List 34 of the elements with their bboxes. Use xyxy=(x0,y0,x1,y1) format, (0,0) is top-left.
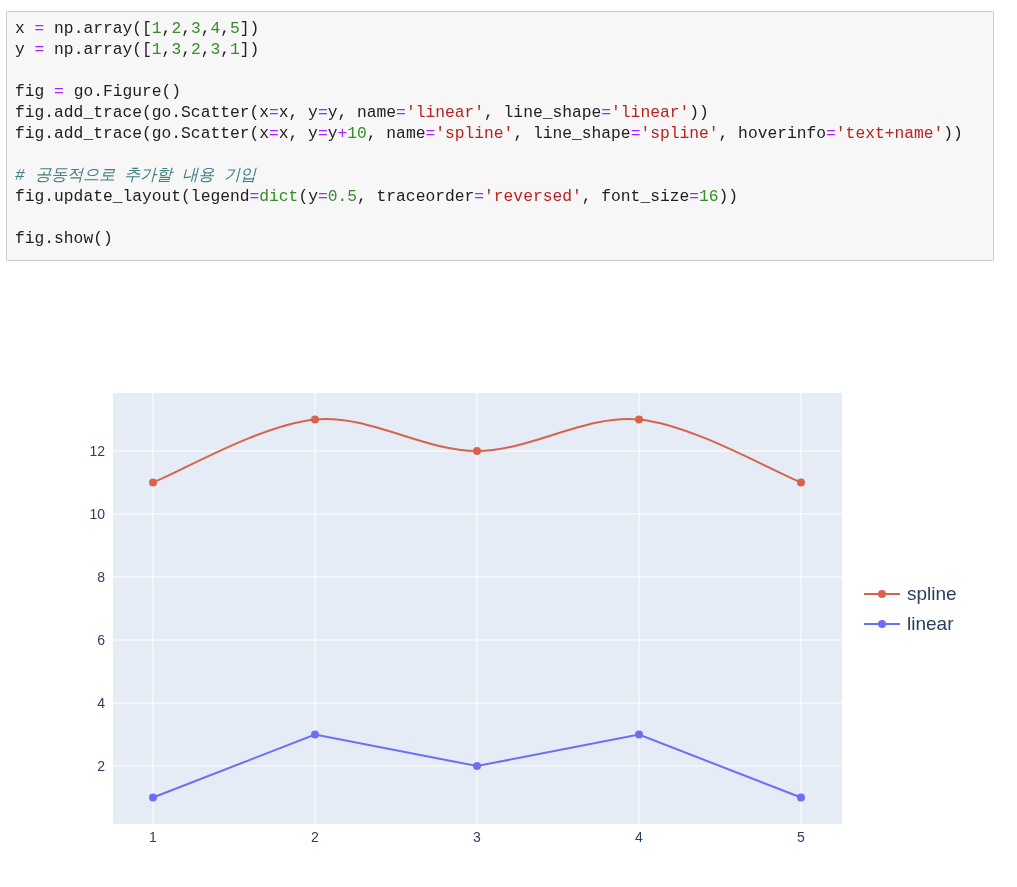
data-point xyxy=(797,478,805,487)
data-point xyxy=(473,446,481,455)
data-point xyxy=(635,730,643,739)
x-axis-tick-label: 5 xyxy=(797,829,805,845)
code-line: fig.update_layout(legend=dict(y=0.5, traceorder='reversed', font_size=16)) xyxy=(15,186,739,207)
legend-line-icon[interactable] xyxy=(863,620,901,628)
legend-line-icon[interactable] xyxy=(863,590,901,598)
x-axis-tick-label: 2 xyxy=(311,829,319,845)
x-axis-tick-label: 4 xyxy=(635,829,643,845)
code-line: fig.show() xyxy=(15,228,113,249)
y-axis-tick-label: 6 xyxy=(97,632,105,648)
code-line: fig.add_trace(go.Scatter(x=x, y=y, name='linear', line_shape='linear')) xyxy=(15,102,709,123)
data-point xyxy=(311,415,319,424)
data-point xyxy=(311,730,319,739)
y-axis-tick-label: 2 xyxy=(97,758,105,775)
data-point xyxy=(473,762,481,771)
x-axis-tick-label: 3 xyxy=(473,829,481,845)
data-point xyxy=(797,793,805,802)
y-axis-tick-label: 10 xyxy=(89,506,105,522)
x-axis-tick-label: 1 xyxy=(149,829,157,845)
legend-label[interactable]: spline xyxy=(907,583,957,604)
code-line: fig = go.Figure() xyxy=(15,81,182,102)
code-line: fig.add_trace(go.Scatter(x=x, y=y+10, name='spline', line_shape='spline', hoverinfo='text+name')) xyxy=(15,123,963,144)
data-point xyxy=(149,478,157,487)
data-point xyxy=(149,793,157,802)
code-line: x = np.array([1,2,3,4,5]) xyxy=(15,18,260,39)
y-axis-tick-label: 12 xyxy=(89,442,105,459)
y-axis-tick-label: 8 xyxy=(97,569,105,585)
data-point xyxy=(635,415,643,424)
code-line: y = np.array([1,3,2,3,1]) xyxy=(15,39,260,60)
code-cell[interactable] xyxy=(6,11,994,261)
code-line: # 공동적으로 추가할 내용 기입 xyxy=(15,165,256,186)
y-axis-tick-label: 4 xyxy=(97,695,105,711)
legend-label[interactable]: linear xyxy=(907,613,954,634)
